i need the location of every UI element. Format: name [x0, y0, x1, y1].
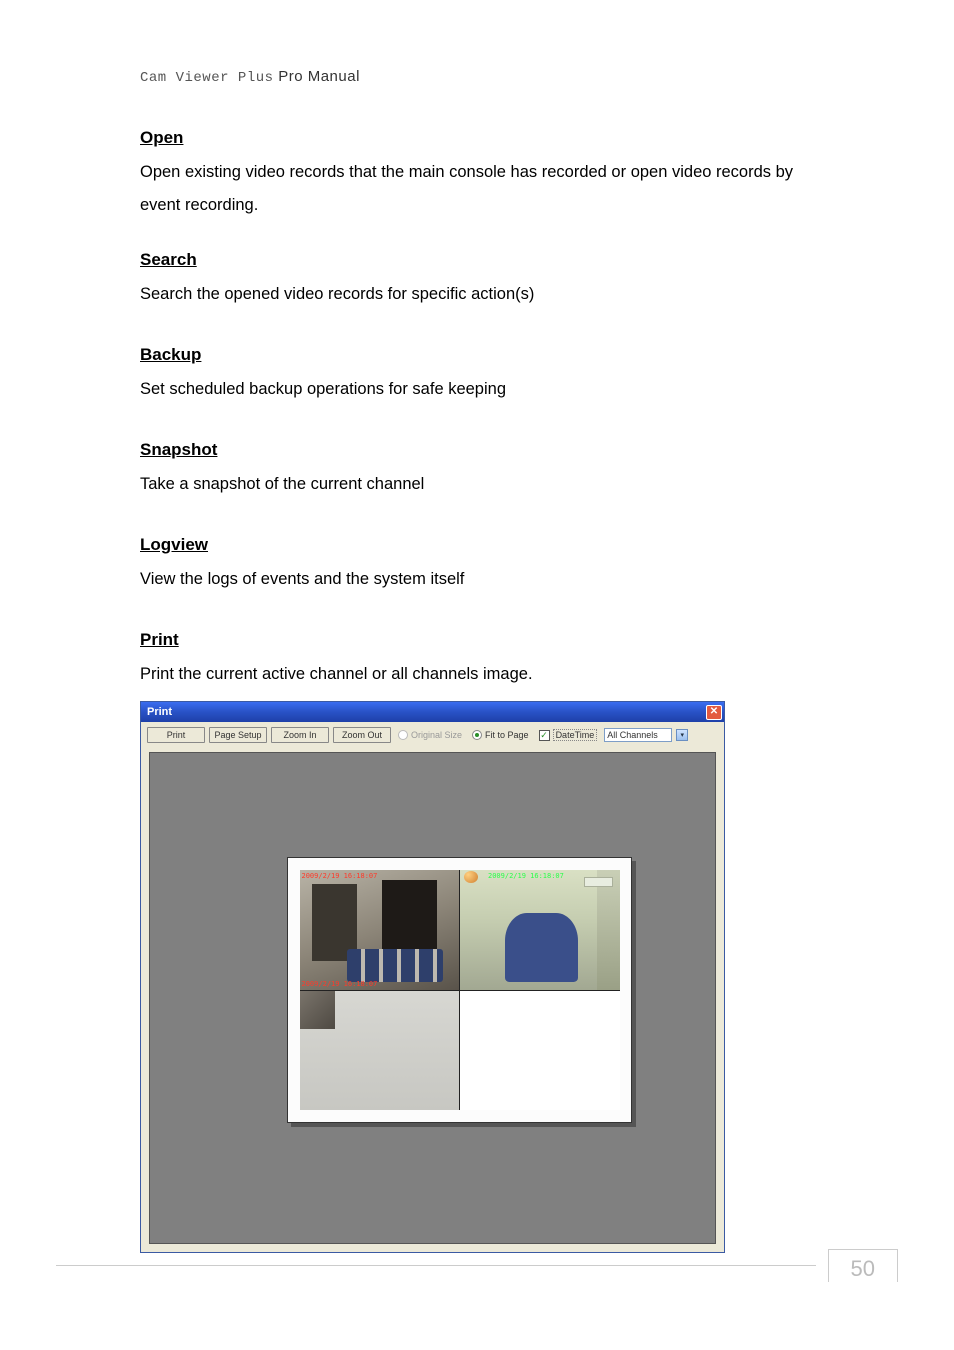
print-button[interactable]: Print — [147, 727, 205, 743]
heading-print: Print — [140, 630, 837, 650]
camera-tile-3 — [300, 991, 460, 1111]
section-logview: Logview View the logs of events and the … — [140, 535, 837, 596]
section-print: Print Print the current active channel o… — [140, 630, 837, 691]
timestamp-overlay: 2009/2/19 16:18:07 — [302, 980, 378, 988]
section-backup: Backup Set scheduled backup operations f… — [140, 345, 837, 406]
zoom-out-button[interactable]: Zoom Out — [333, 727, 391, 743]
radio-original-size[interactable]: Original Size — [395, 730, 465, 740]
heading-search: Search — [140, 250, 837, 270]
dialog-title: Print — [147, 706, 172, 718]
checkbox-datetime[interactable]: ✓ DateTime — [536, 729, 601, 741]
header-rest: Pro Manual — [274, 68, 360, 85]
radio-icon — [398, 730, 408, 740]
footer-rule — [56, 1265, 816, 1266]
print-preview-area: 2009/2/19 16:18:07 2009/2/19 16:18:07 20… — [149, 752, 716, 1244]
body-open: Open existing video records that the mai… — [140, 156, 837, 222]
close-icon[interactable]: ✕ — [706, 705, 722, 720]
dialog-toolbar: Print Page Setup Zoom In Zoom Out Origin… — [141, 722, 724, 748]
page-number: 50 — [828, 1249, 898, 1282]
camera-grid: 2009/2/19 16:18:07 2009/2/19 16:18:07 20… — [300, 870, 620, 1110]
body-backup: Set scheduled backup operations for safe… — [140, 373, 837, 406]
section-snapshot: Snapshot Take a snapshot of the current … — [140, 440, 837, 501]
body-print: Print the current active channel or all … — [140, 658, 837, 691]
checkbox-icon: ✓ — [539, 730, 550, 741]
channel-select[interactable]: All Channels — [604, 728, 672, 742]
body-search: Search the opened video records for spec… — [140, 278, 837, 311]
radio-fit-to-page[interactable]: Fit to Page — [469, 730, 532, 740]
camera-icon — [464, 871, 478, 883]
dialog-titlebar[interactable]: Print ✕ — [141, 702, 724, 722]
page-footer: 50 — [0, 1249, 954, 1282]
camera-tile-1: 2009/2/19 16:18:07 2009/2/19 16:18:07 — [300, 870, 460, 990]
timestamp-overlay: 2009/2/19 16:18:07 — [302, 872, 378, 880]
section-open: Open Open existing video records that th… — [140, 128, 837, 222]
heading-snapshot: Snapshot — [140, 440, 837, 460]
radio-original-label: Original Size — [411, 730, 462, 740]
radio-fit-label: Fit to Page — [485, 730, 529, 740]
print-dialog: Print ✕ Print Page Setup Zoom In Zoom Ou… — [140, 701, 725, 1253]
page-header: Cam Viewer Plus Pro Manual — [140, 68, 837, 86]
heading-backup: Backup — [140, 345, 837, 365]
timestamp-overlay: 2009/2/19 16:18:07 — [488, 872, 564, 880]
channel-select-value: All Channels — [607, 730, 658, 740]
checkbox-datetime-label: DateTime — [553, 729, 598, 741]
radio-icon — [472, 730, 482, 740]
header-mono: Cam Viewer Plus — [140, 70, 274, 86]
zoom-in-button[interactable]: Zoom In — [271, 727, 329, 743]
print-preview-page: 2009/2/19 16:18:07 2009/2/19 16:18:07 20… — [287, 857, 632, 1123]
camera-tile-2: 2009/2/19 16:18:07 — [460, 870, 620, 990]
section-search: Search Search the opened video records f… — [140, 250, 837, 311]
body-logview: View the logs of events and the system i… — [140, 563, 837, 596]
chevron-down-icon[interactable]: ▾ — [676, 729, 688, 741]
body-snapshot: Take a snapshot of the current channel — [140, 468, 837, 501]
heading-open: Open — [140, 128, 837, 148]
page-setup-button[interactable]: Page Setup — [209, 727, 267, 743]
camera-tile-4 — [460, 991, 620, 1111]
heading-logview: Logview — [140, 535, 837, 555]
